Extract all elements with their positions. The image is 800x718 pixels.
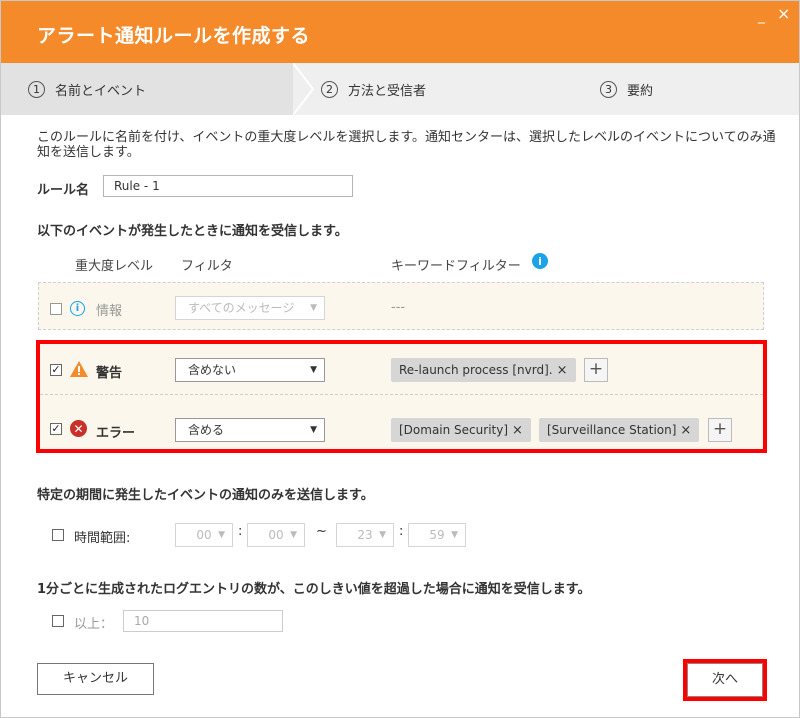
title-bar: アラート通知ルールを作成する _ × (1, 1, 799, 63)
tag-text: [Surveillance Station] (547, 423, 677, 437)
info-keyword-placeholder: --- (391, 300, 406, 315)
tag-remove-icon[interactable]: × (512, 423, 523, 438)
time-colon: : (399, 524, 404, 539)
step-3-label: 要約 (627, 83, 654, 99)
error-filter-select[interactable]: 含める ▼ (175, 418, 325, 442)
time-colon: : (238, 524, 243, 539)
tag-remove-icon[interactable]: × (680, 423, 691, 438)
warning-filter-value: 含めない (188, 363, 237, 377)
keyword-help-icon[interactable]: i (532, 253, 548, 269)
wizard-steps: 1 名前とイベント 2 方法と受信者 3 要約 (1, 63, 799, 115)
chevron-down-icon: ▼ (451, 530, 458, 540)
time-range-label: 時間範囲: (74, 531, 131, 546)
chevron-down-icon: ▼ (290, 530, 297, 540)
severity-row-info: i 情報 すべてのメッセージ ▼ --- (38, 282, 764, 330)
end-hour-value: 23 (357, 528, 373, 542)
step-2: 2 方法と受信者 (321, 63, 426, 115)
step-2-label: 方法と受信者 (348, 83, 427, 99)
start-minute-select[interactable]: 00 ▼ (247, 523, 305, 547)
warning-label: 警告 (96, 366, 123, 381)
error-label: エラー (96, 426, 136, 441)
chevron-down-icon: ▼ (310, 425, 317, 435)
description-text: このルールに名前を付け、イベントの重大度レベルを選択します。通知センターは、選択… (37, 130, 776, 160)
warning-keyword-tag: Re-launch process [nvrd]. × (391, 358, 576, 382)
step-1-label: 名前とイベント (55, 83, 147, 99)
minimize-button[interactable]: _ (758, 9, 765, 23)
create-alert-rule-dialog: アラート通知ルールを作成する _ × 1 名前とイベント 2 方法と受信者 3 … (0, 0, 800, 718)
warning-icon (70, 361, 88, 377)
error-icon: ✕ (70, 420, 87, 437)
keyword-column-header: キーワードフィルター (391, 259, 521, 274)
threshold-input[interactable]: 10 (123, 610, 283, 632)
info-filter-value: すべてのメッセージ (188, 301, 295, 315)
step-3: 3 要約 (600, 63, 653, 115)
filter-column-header: フィルタ (181, 259, 233, 274)
error-keyword-tag: [Surveillance Station] × (539, 418, 700, 442)
row-divider (40, 394, 763, 395)
end-minute-select[interactable]: 59 ▼ (408, 523, 466, 547)
tag-remove-icon[interactable]: × (557, 363, 568, 378)
info-label: 情報 (96, 304, 123, 319)
rule-name-input[interactable]: Rule - 1 (103, 175, 353, 197)
end-hour-select[interactable]: 23 ▼ (336, 523, 394, 547)
step-1-number: 1 (28, 80, 45, 98)
threshold-label: 以上： (74, 617, 114, 632)
warning-checkbox[interactable]: ✓ (50, 364, 62, 376)
start-minute-value: 00 (268, 528, 284, 542)
rule-name-label: ルール名 (37, 183, 90, 198)
error-checkbox[interactable]: ✓ (50, 423, 62, 435)
step-separator-icon (293, 63, 315, 115)
start-hour-value: 00 (196, 528, 212, 542)
info-checkbox[interactable] (50, 303, 62, 315)
range-separator: ~ (316, 524, 327, 539)
chevron-down-icon: ▼ (310, 365, 317, 375)
time-range-checkbox[interactable] (52, 529, 64, 541)
chevron-down-icon: ▼ (310, 303, 317, 313)
info-filter-select[interactable]: すべてのメッセージ ▼ (175, 296, 325, 320)
warning-filter-select[interactable]: 含めない ▼ (175, 358, 325, 382)
cancel-button[interactable]: キャンセル (37, 663, 154, 695)
tag-text: Re-launch process [nvrd]. (399, 363, 553, 377)
next-button-highlight: 次へ (683, 659, 767, 701)
threshold-section-heading: 1分ごとに生成されたログエントリの数が、このしきい値を超過した場合に通知を受信し… (37, 582, 591, 597)
severity-column-header: 重大度レベル (75, 259, 154, 274)
threshold-checkbox[interactable] (52, 615, 64, 627)
chevron-down-icon: ▼ (379, 530, 386, 540)
step-3-number: 3 (600, 80, 617, 98)
dialog-title: アラート通知ルールを作成する (37, 25, 311, 47)
events-heading: 以下のイベントが発生したときに通知を受信します。 (37, 224, 348, 239)
next-button[interactable]: 次へ (687, 663, 763, 697)
error-keyword-tag: [Domain Security] × (391, 418, 531, 442)
close-button[interactable]: × (777, 6, 790, 22)
info-icon: i (70, 301, 85, 316)
tag-text: [Domain Security] (399, 423, 509, 437)
start-hour-select[interactable]: 00 ▼ (175, 523, 233, 547)
end-minute-value: 59 (429, 528, 445, 542)
warning-add-keyword-button[interactable]: + (584, 358, 608, 382)
highlight-box: ✓ 警告 含めない ▼ Re-launch process [nvrd]. × +… (36, 340, 767, 453)
error-filter-value: 含める (188, 423, 225, 437)
step-2-number: 2 (321, 80, 338, 98)
chevron-down-icon: ▼ (218, 530, 225, 540)
step-1: 1 名前とイベント (28, 63, 146, 115)
time-section-heading: 特定の期間に発生したイベントの通知のみを送信します。 (37, 488, 374, 503)
error-add-keyword-button[interactable]: + (708, 418, 732, 442)
